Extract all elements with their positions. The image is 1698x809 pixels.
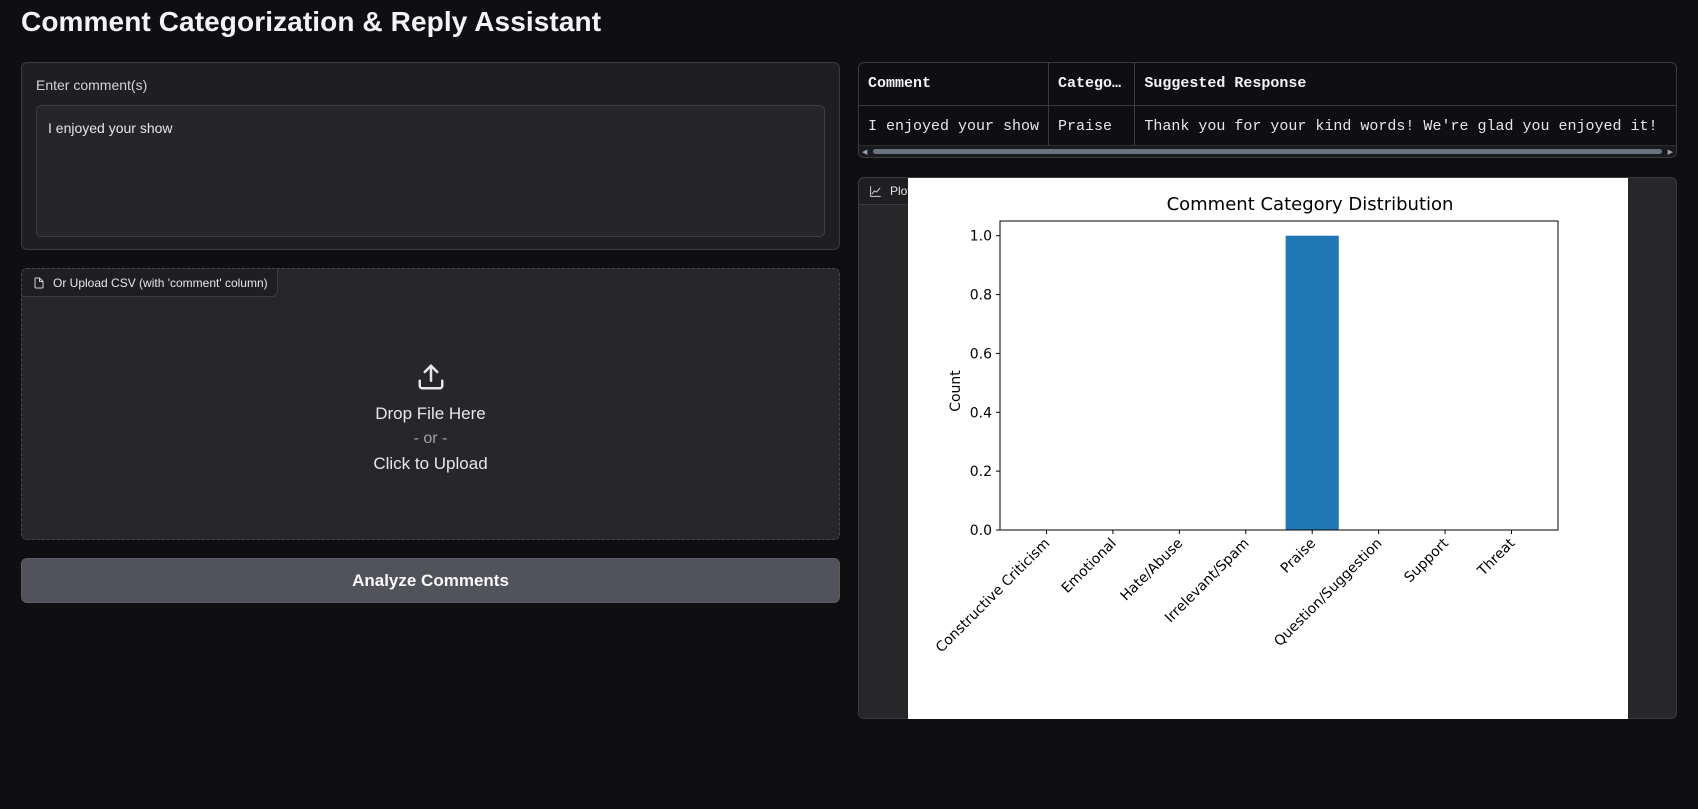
column-header-comment[interactable]: Comment <box>859 63 1049 106</box>
chart-icon <box>870 185 881 197</box>
upload-label-tag: Or Upload CSV (with 'comment' column) <box>22 269 278 297</box>
drop-file-text: Drop File Here <box>375 404 486 423</box>
upload-icon <box>416 362 446 392</box>
x-tick-label: Emotional <box>1059 536 1120 597</box>
plot-image: Comment Category Distribution Count 0.0 0… <box>908 178 1628 719</box>
click-to-upload-text[interactable]: Click to Upload <box>373 454 487 474</box>
cell-category[interactable]: Praise <box>1048 105 1135 147</box>
y-tick-label: 0.4 <box>970 405 992 421</box>
y-tick-label: 0.8 <box>970 288 992 304</box>
page-title: Comment Categorization & Reply Assistant <box>21 6 602 37</box>
file-icon <box>34 277 44 288</box>
cell-suggested-response[interactable]: Thank you for your kind words! We're gla… <box>1134 105 1676 147</box>
column-header-suggested-response[interactable]: Suggested Response <box>1134 63 1676 106</box>
y-tick-label: 1.0 <box>970 229 992 245</box>
scroll-right-arrow-icon[interactable]: ▶ <box>1668 148 1673 156</box>
x-tick-label: Hate/Abuse <box>1117 536 1186 605</box>
x-tick-label: Praise <box>1278 536 1319 577</box>
bar-chart: Comment Category Distribution Count 0.0 0… <box>933 194 1559 656</box>
x-tick-label: Support <box>1401 535 1452 586</box>
or-text: - or - <box>413 430 448 447</box>
y-axis-label: Count <box>948 370 964 412</box>
cell-comment[interactable]: I enjoyed your show <box>859 105 1049 147</box>
bar-4 <box>1285 235 1339 530</box>
y-tick-label: 0.2 <box>970 464 992 480</box>
comment-input-label: Enter comment(s) <box>36 77 148 93</box>
scrollbar-thumb[interactable] <box>873 149 1662 154</box>
y-tick-label: 0.0 <box>970 523 992 539</box>
scroll-left-arrow-icon[interactable]: ◀ <box>862 148 867 156</box>
analyze-comments-button[interactable]: Analyze Comments <box>21 558 840 603</box>
x-tick-label: Constructive Criticism <box>933 536 1053 656</box>
plot-panel: Plot Comment Category Distribution Count… <box>858 177 1677 719</box>
table-header-row: Comment Catego… Suggested Response <box>859 63 1676 106</box>
upload-label: Or Upload CSV (with 'comment' column) <box>53 275 268 290</box>
chart-title: Comment Category Distribution <box>1167 194 1454 215</box>
comment-textarea[interactable]: I enjoyed your show <box>36 105 825 237</box>
csv-upload-dropzone[interactable]: Or Upload CSV (with 'comment' column) Dr… <box>21 268 840 540</box>
upload-area[interactable]: Drop File Here - or - Click to Upload <box>22 297 839 539</box>
table-row: I enjoyed your show Praise Thank you for… <box>859 105 1676 147</box>
comment-panel: Enter comment(s) I enjoyed your show <box>21 62 840 250</box>
results-table: Comment Catego… Suggested Response I enj… <box>859 63 1676 147</box>
plot-area-frame <box>999 220 1559 531</box>
y-tick-label: 0.6 <box>970 346 992 362</box>
table-horizontal-scrollbar[interactable]: ◀ ▶ <box>859 145 1676 157</box>
x-tick-label: Question/Suggestion <box>1271 536 1385 650</box>
column-header-category[interactable]: Catego… <box>1048 63 1135 106</box>
x-tick-label: Threat <box>1474 535 1519 580</box>
results-table-panel: Comment Catego… Suggested Response I enj… <box>858 62 1677 158</box>
